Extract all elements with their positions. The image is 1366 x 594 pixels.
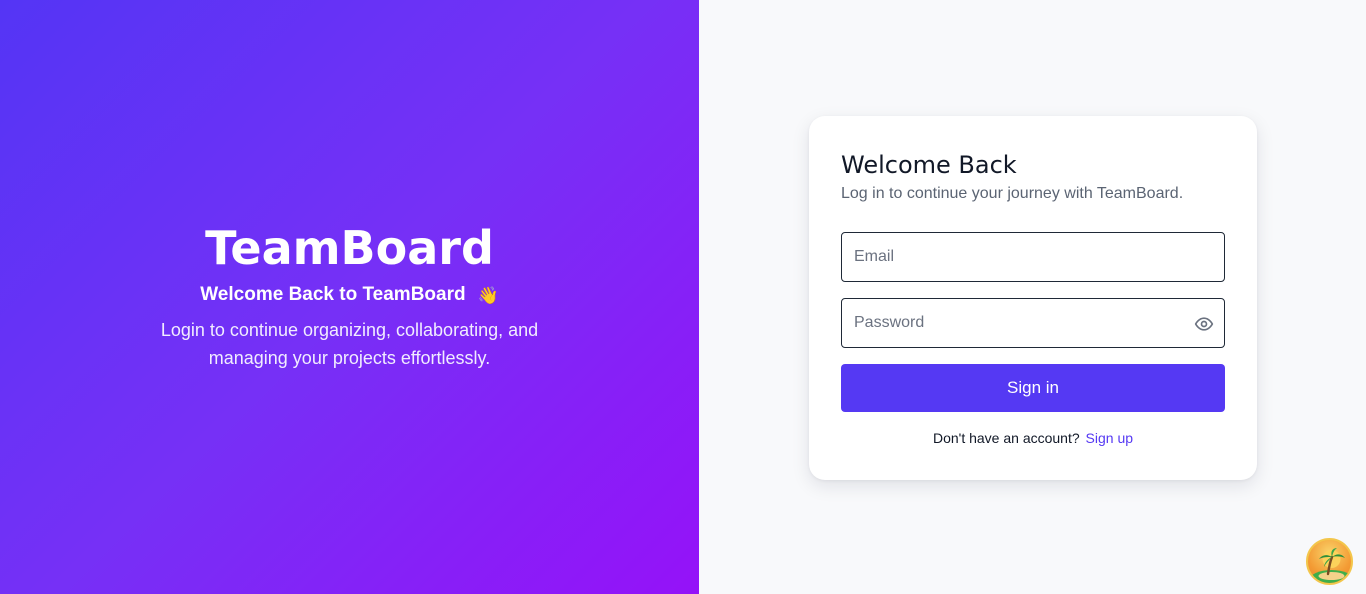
hero-description: Login to continue organizing, collaborat… <box>160 320 539 368</box>
email-input[interactable] <box>842 233 1224 281</box>
password-input[interactable] <box>842 299 1224 347</box>
avatar-beach-icon[interactable] <box>1306 538 1353 585</box>
email-field-wrapper <box>841 232 1225 282</box>
password-field-wrapper <box>841 298 1225 348</box>
login-page: TeamBoard Welcome Back to TeamBoard 👋 Lo… <box>0 0 1366 594</box>
signup-prompt: Don't have an account? <box>932 430 1080 446</box>
hero-subtitle: Welcome Back to TeamBoard 👋 <box>0 280 699 310</box>
sign-in-button[interactable]: Sign in <box>841 364 1225 412</box>
login-card: Welcome Back Log in to continue your jou… <box>809 116 1257 480</box>
waving-hand-icon: 👋 <box>477 285 499 305</box>
hero-panel: TeamBoard Welcome Back to TeamBoard 👋 Lo… <box>0 0 699 594</box>
login-panel: Welcome Back Log in to continue your jou… <box>699 0 1366 594</box>
eye-icon[interactable] <box>1194 314 1214 334</box>
app-title: TeamBoard <box>205 221 494 275</box>
hero-content: TeamBoard Welcome Back to TeamBoard 👋 Lo… <box>0 218 699 372</box>
login-title: Welcome Back <box>841 151 1017 179</box>
signup-row: Don't have an account? Sign up <box>841 430 1225 446</box>
hero-subtitle-text: Welcome Back to TeamBoard <box>200 284 466 305</box>
login-subtitle: Log in to continue your journey with Tea… <box>841 185 1184 202</box>
sign-up-link[interactable]: Sign up <box>1086 430 1133 446</box>
